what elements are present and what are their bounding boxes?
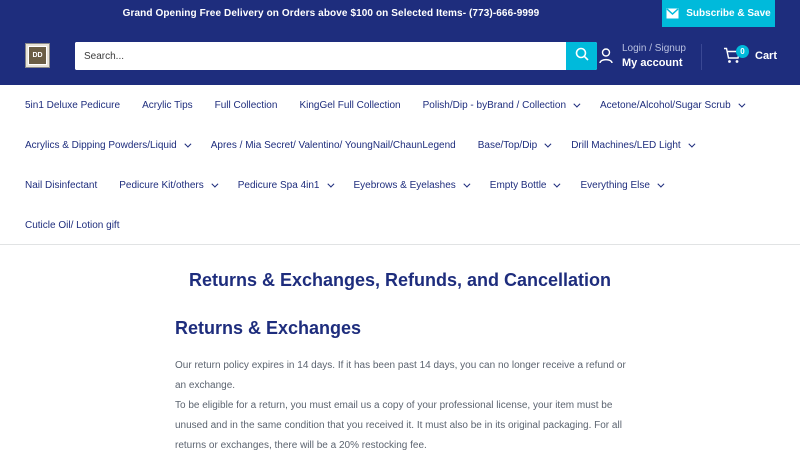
policy-paragraph: Our return policy expires in 14 days. If…: [175, 360, 626, 391]
nav-item[interactable]: Acetone/Alcohol/Sugar Scrub: [600, 99, 746, 111]
nav-item-label: Drill Machines/LED Light: [571, 139, 681, 151]
mail-icon: [666, 8, 679, 19]
nav-item-label: Empty Bottle: [489, 179, 547, 191]
my-account-link[interactable]: My account: [622, 57, 683, 69]
nav-item[interactable]: Drill Machines/LED Light: [571, 139, 696, 151]
nav-item-label: Apres / Mia Secret/ Valentino/ YoungNail…: [210, 139, 456, 151]
nav-row-4: Cuticle Oil/ Lotion gift: [25, 205, 142, 245]
nav-item[interactable]: Pedicure Kit/others: [119, 179, 219, 191]
nav-item-label: Nail Disinfectant: [25, 179, 98, 191]
cart-link[interactable]: Cart: [755, 50, 777, 62]
subscribe-label: Subscribe & Save: [686, 8, 771, 19]
nav-item-label: Base/Top/Dip: [477, 139, 538, 151]
page-title: Returns & Exchanges, Refunds, and Cancel…: [188, 270, 612, 290]
chevron-down-icon: [184, 140, 192, 148]
nav-item-label: Acrylics & Dipping Powders/Liquid: [25, 139, 177, 151]
chevron-down-icon: [326, 180, 334, 188]
nav-row-2: Acrylics & Dipping Powders/Liquid Apres …: [25, 125, 715, 165]
chevron-down-icon: [573, 100, 581, 108]
nav-item[interactable]: Acrylics & Dipping Powders/Liquid: [25, 139, 192, 151]
user-icon[interactable]: [599, 48, 613, 69]
search-button[interactable]: [566, 42, 597, 70]
chevron-down-icon: [688, 140, 696, 148]
nav-item-label: Full Collection: [214, 99, 278, 111]
nav-item[interactable]: KingGel Full Collection: [299, 100, 400, 111]
nav-item[interactable]: 5in1 Deluxe Pedicure: [25, 100, 120, 111]
section-heading: Returns & Exchanges: [175, 318, 362, 338]
nav-item[interactable]: Pedicure Spa 4in1: [237, 179, 334, 191]
cart-count-badge: 0: [736, 45, 749, 58]
chevron-down-icon: [657, 180, 665, 188]
logo-mark: DD: [28, 46, 47, 65]
chevron-down-icon: [544, 140, 552, 148]
subscribe-button[interactable]: Subscribe & Save: [662, 0, 775, 27]
nav-item[interactable]: Everything Else: [580, 179, 665, 191]
nav-row-1: 5in1 Deluxe Pedicure Acrylic Tips Full C…: [25, 85, 765, 125]
nav-item-label: Acetone/Alcohol/Sugar Scrub: [600, 99, 731, 111]
nav-item-label: Polish/Dip - byBrand / Collection: [422, 99, 567, 111]
main-navigation: 5in1 Deluxe Pedicure Acrylic Tips Full C…: [0, 85, 800, 245]
nav-item-label: KingGel Full Collection: [299, 99, 401, 111]
nav-item[interactable]: Polish/Dip - byBrand / Collection: [422, 99, 581, 111]
announcement-bar: Grand Opening Free Delivery on Orders ab…: [0, 0, 800, 27]
nav-item-label: Everything Else: [580, 179, 650, 191]
nav-item-label: Acrylic Tips: [142, 99, 193, 111]
search-icon: [575, 47, 589, 66]
chevron-down-icon: [553, 180, 561, 188]
nav-item[interactable]: Empty Bottle: [489, 179, 561, 191]
nav-item-label: Pedicure Kit/others: [119, 179, 204, 191]
announcement-text: Grand Opening Free Delivery on Orders ab…: [122, 8, 540, 19]
site-header: DD Login / Signup My account 0 Cart: [0, 27, 800, 85]
store-logo[interactable]: DD: [25, 43, 50, 68]
chevron-down-icon: [211, 180, 219, 188]
nav-item[interactable]: Cuticle Oil/ Lotion gift: [25, 220, 120, 231]
nav-item[interactable]: Nail Disinfectant: [25, 180, 97, 191]
chevron-down-icon: [738, 100, 746, 108]
nav-item-label: Eyebrows & Eyelashes: [353, 179, 456, 191]
nav-item-label: Pedicure Spa 4in1: [237, 179, 320, 191]
nav-item[interactable]: Acrylic Tips: [142, 100, 193, 111]
nav-row-3: Nail Disinfectant Pedicure Kit/others Pe…: [25, 165, 684, 205]
search-input[interactable]: [75, 42, 566, 70]
nav-item-label: Cuticle Oil/ Lotion gift: [25, 219, 120, 231]
nav-item[interactable]: Eyebrows & Eyelashes: [353, 179, 471, 191]
nav-item[interactable]: Apres / Mia Secret/ Valentino/ YoungNail…: [211, 140, 456, 151]
login-signup-link[interactable]: Login / Signup: [622, 43, 686, 54]
policy-paragraph: To be eligible for a return, you must em…: [175, 400, 622, 450]
search-bar: [75, 42, 597, 70]
nav-item-label: 5in1 Deluxe Pedicure: [25, 99, 121, 111]
chevron-down-icon: [463, 180, 471, 188]
nav-item[interactable]: Base/Top/Dip: [477, 139, 552, 151]
header-divider: [701, 44, 702, 70]
nav-item[interactable]: Full Collection: [215, 100, 278, 111]
